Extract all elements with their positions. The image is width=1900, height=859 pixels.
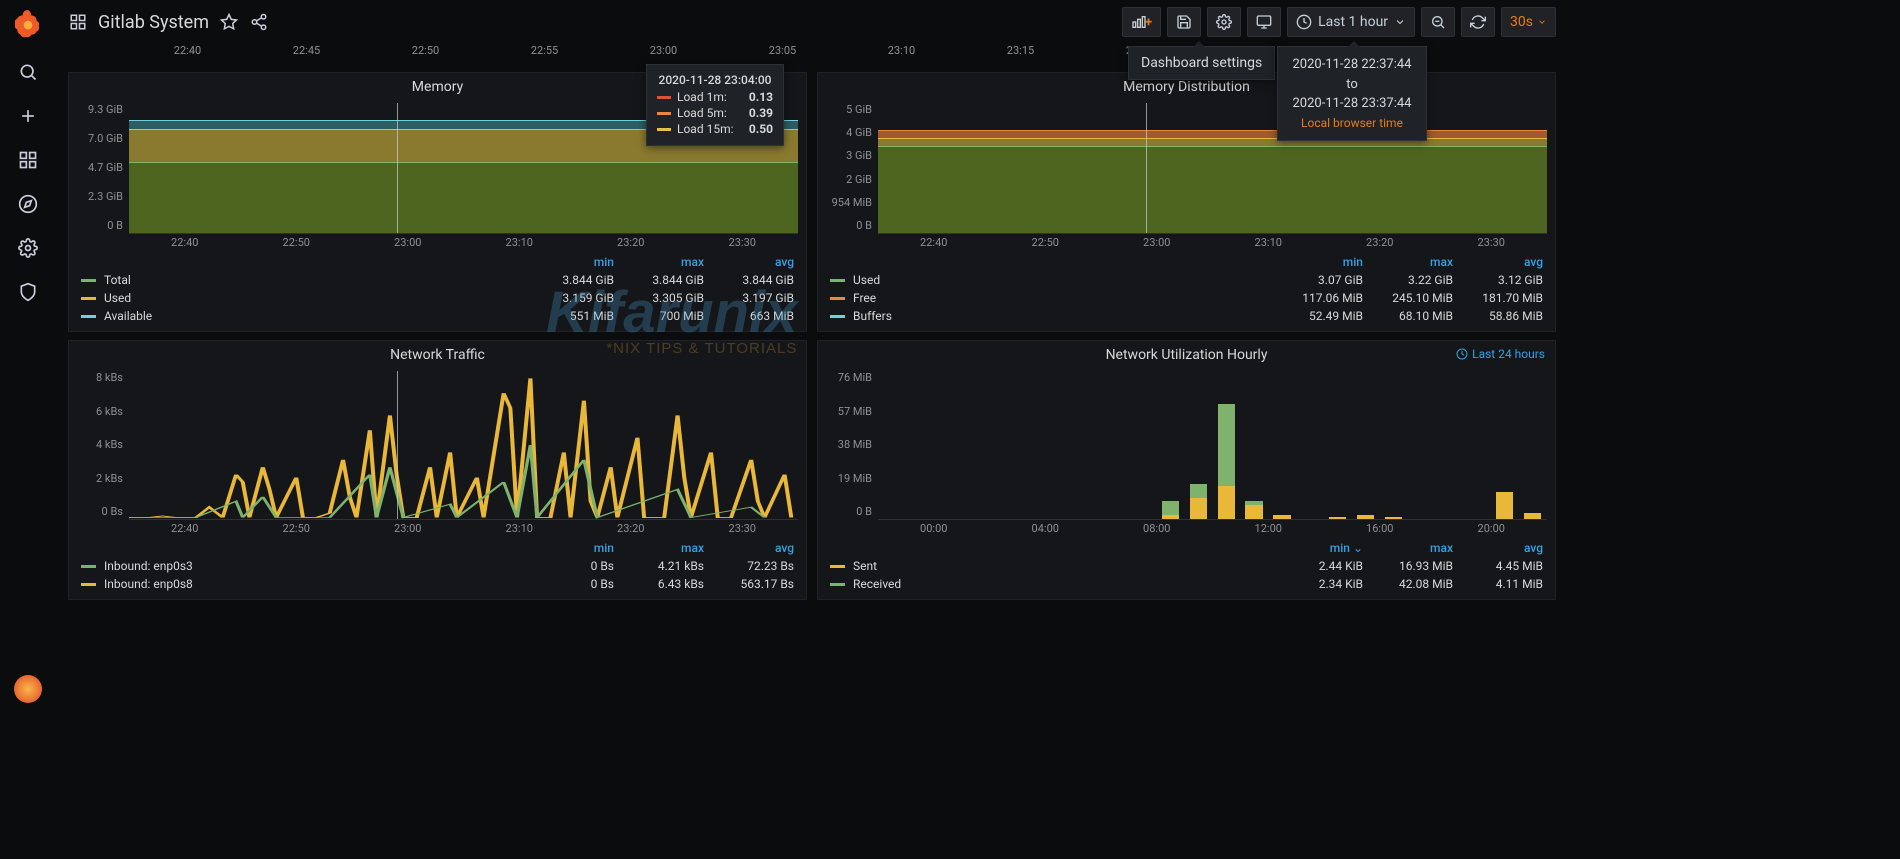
legend: min ⌄maxavgSent2.44 KiB16.93 MiB4.45 MiB… bbox=[818, 535, 1555, 599]
timerange-label: Last 1 hour bbox=[1318, 14, 1388, 30]
yaxis: 76 MiB57 MiB38 MiB19 MiB0 B bbox=[822, 371, 878, 520]
avatar[interactable] bbox=[14, 675, 42, 703]
grafana-logo[interactable] bbox=[12, 8, 44, 40]
panel-title-text: Network Utilization Hourly bbox=[1106, 347, 1268, 363]
shield-icon[interactable] bbox=[16, 280, 40, 304]
save-button[interactable] bbox=[1167, 7, 1201, 37]
xaxis: 22:4022:5023:0023:1023:2023:30 bbox=[69, 236, 806, 249]
tooltip-timerange: 2020-11-28 22:37:44 to 2020-11-28 23:37:… bbox=[1277, 46, 1427, 141]
legend: minmaxavgUsed3.07 GiB3.22 GiB3.12 GiBFre… bbox=[818, 249, 1555, 331]
badge-label: Last 24 hours bbox=[1472, 347, 1545, 361]
legend: minmaxavgTotal3.844 GiB3.844 GiB3.844 Gi… bbox=[69, 249, 806, 331]
tooltip-settings-text: Dashboard settings bbox=[1141, 55, 1262, 71]
legend-row[interactable]: Inbound: enp0s80 Bs6.43 kBs563.17 Bs bbox=[81, 575, 794, 593]
plus-icon[interactable] bbox=[16, 104, 40, 128]
settings-button[interactable] bbox=[1207, 7, 1241, 37]
legend-row[interactable]: Sent2.44 KiB16.93 MiB4.45 MiB bbox=[830, 557, 1543, 575]
panel-network-traffic[interactable]: Network Traffic 8 kBs6 kBs4 kBs2 kBs0 Bs… bbox=[68, 340, 807, 600]
legend-row[interactable]: Used3.159 GiB3.305 GiB3.197 GiB bbox=[81, 289, 794, 307]
topbar: Gitlab System + Last 1 hour 30s bbox=[56, 0, 1568, 44]
refresh-interval-button[interactable]: 30s bbox=[1501, 7, 1556, 37]
panel-title: Network Utilization Hourly Last 24 hours bbox=[818, 341, 1555, 367]
legend-row[interactable]: Used3.07 GiB3.22 GiB3.12 GiB bbox=[830, 271, 1543, 289]
panel-grid-icon[interactable] bbox=[68, 12, 88, 32]
search-icon[interactable] bbox=[16, 60, 40, 84]
chevron-down-icon bbox=[1394, 16, 1406, 28]
dashboards-icon[interactable] bbox=[16, 148, 40, 172]
sidebar bbox=[0, 0, 56, 709]
panel-timerange-badge: Last 24 hours bbox=[1456, 347, 1545, 361]
legend-row[interactable]: Free117.06 MiB245.10 MiB181.70 MiB bbox=[830, 289, 1543, 307]
tooltip-load: 2020-11-28 23:04:00 Load 1m:0.13Load 5m:… bbox=[646, 64, 784, 146]
panel-title: Network Traffic bbox=[69, 341, 806, 367]
xaxis: 00:0004:0008:0012:0016:0020:00 bbox=[818, 522, 1555, 535]
refresh-button[interactable] bbox=[1461, 7, 1495, 37]
timerange-local: Local browser time bbox=[1288, 114, 1416, 132]
xaxis: 22:4022:5023:0023:1023:2023:30 bbox=[818, 236, 1555, 249]
chevron-down-icon bbox=[1537, 17, 1547, 27]
panel-memory-distribution[interactable]: Memory Distribution 5 GiB4 GiB3 GiB2 GiB… bbox=[817, 72, 1556, 332]
timerange-from: 2020-11-28 22:37:44 bbox=[1288, 55, 1416, 75]
yaxis: 8 kBs6 kBs4 kBs2 kBs0 Bs bbox=[73, 371, 129, 520]
legend-row[interactable]: Buffers52.49 MiB68.10 MiB58.86 MiB bbox=[830, 307, 1543, 325]
plot-area[interactable] bbox=[129, 371, 798, 520]
star-icon[interactable] bbox=[219, 12, 239, 32]
zoom-out-button[interactable] bbox=[1421, 7, 1455, 37]
monitor-button[interactable] bbox=[1247, 7, 1281, 37]
explore-icon[interactable] bbox=[16, 192, 40, 216]
legend-row[interactable]: Total3.844 GiB3.844 GiB3.844 GiB bbox=[81, 271, 794, 289]
clock-icon bbox=[1456, 348, 1468, 360]
yaxis: 9.3 GiB7.0 GiB4.7 GiB2.3 GiB0 B bbox=[73, 103, 129, 234]
legend-row[interactable]: Available551 MiB700 MiB663 MiB bbox=[81, 307, 794, 325]
legend-row[interactable]: Inbound: enp0s30 Bs4.21 kBs72.23 Bs bbox=[81, 557, 794, 575]
share-icon[interactable] bbox=[249, 12, 269, 32]
tooltip-settings: Dashboard settings bbox=[1128, 46, 1275, 80]
plot-area[interactable] bbox=[878, 371, 1547, 520]
timerange-to-word: to bbox=[1288, 75, 1416, 95]
panel-network-utilization[interactable]: Network Utilization Hourly Last 24 hours… bbox=[817, 340, 1556, 600]
plot-area[interactable] bbox=[878, 103, 1547, 234]
dashboard-content: 22:4022:4522:5022:5523:0023:0523:1023:15… bbox=[56, 44, 1568, 709]
gear-icon[interactable] bbox=[16, 236, 40, 260]
legend-row[interactable]: Received2.34 KiB42.08 MiB4.11 MiB bbox=[830, 575, 1543, 593]
timerange-to: 2020-11-28 23:37:44 bbox=[1288, 94, 1416, 114]
yaxis: 5 GiB4 GiB3 GiB2 GiB954 MiB0 B bbox=[822, 103, 878, 234]
legend: minmaxavgInbound: enp0s30 Bs4.21 kBs72.2… bbox=[69, 535, 806, 599]
xaxis: 22:4022:5023:0023:1023:2023:30 bbox=[69, 522, 806, 535]
add-panel-button[interactable]: + bbox=[1122, 7, 1161, 37]
tooltip-load-timestamp: 2020-11-28 23:04:00 bbox=[657, 73, 773, 87]
page-title[interactable]: Gitlab System bbox=[98, 12, 209, 33]
refresh-interval-label: 30s bbox=[1510, 14, 1533, 30]
timerange-button[interactable]: Last 1 hour bbox=[1287, 7, 1415, 37]
